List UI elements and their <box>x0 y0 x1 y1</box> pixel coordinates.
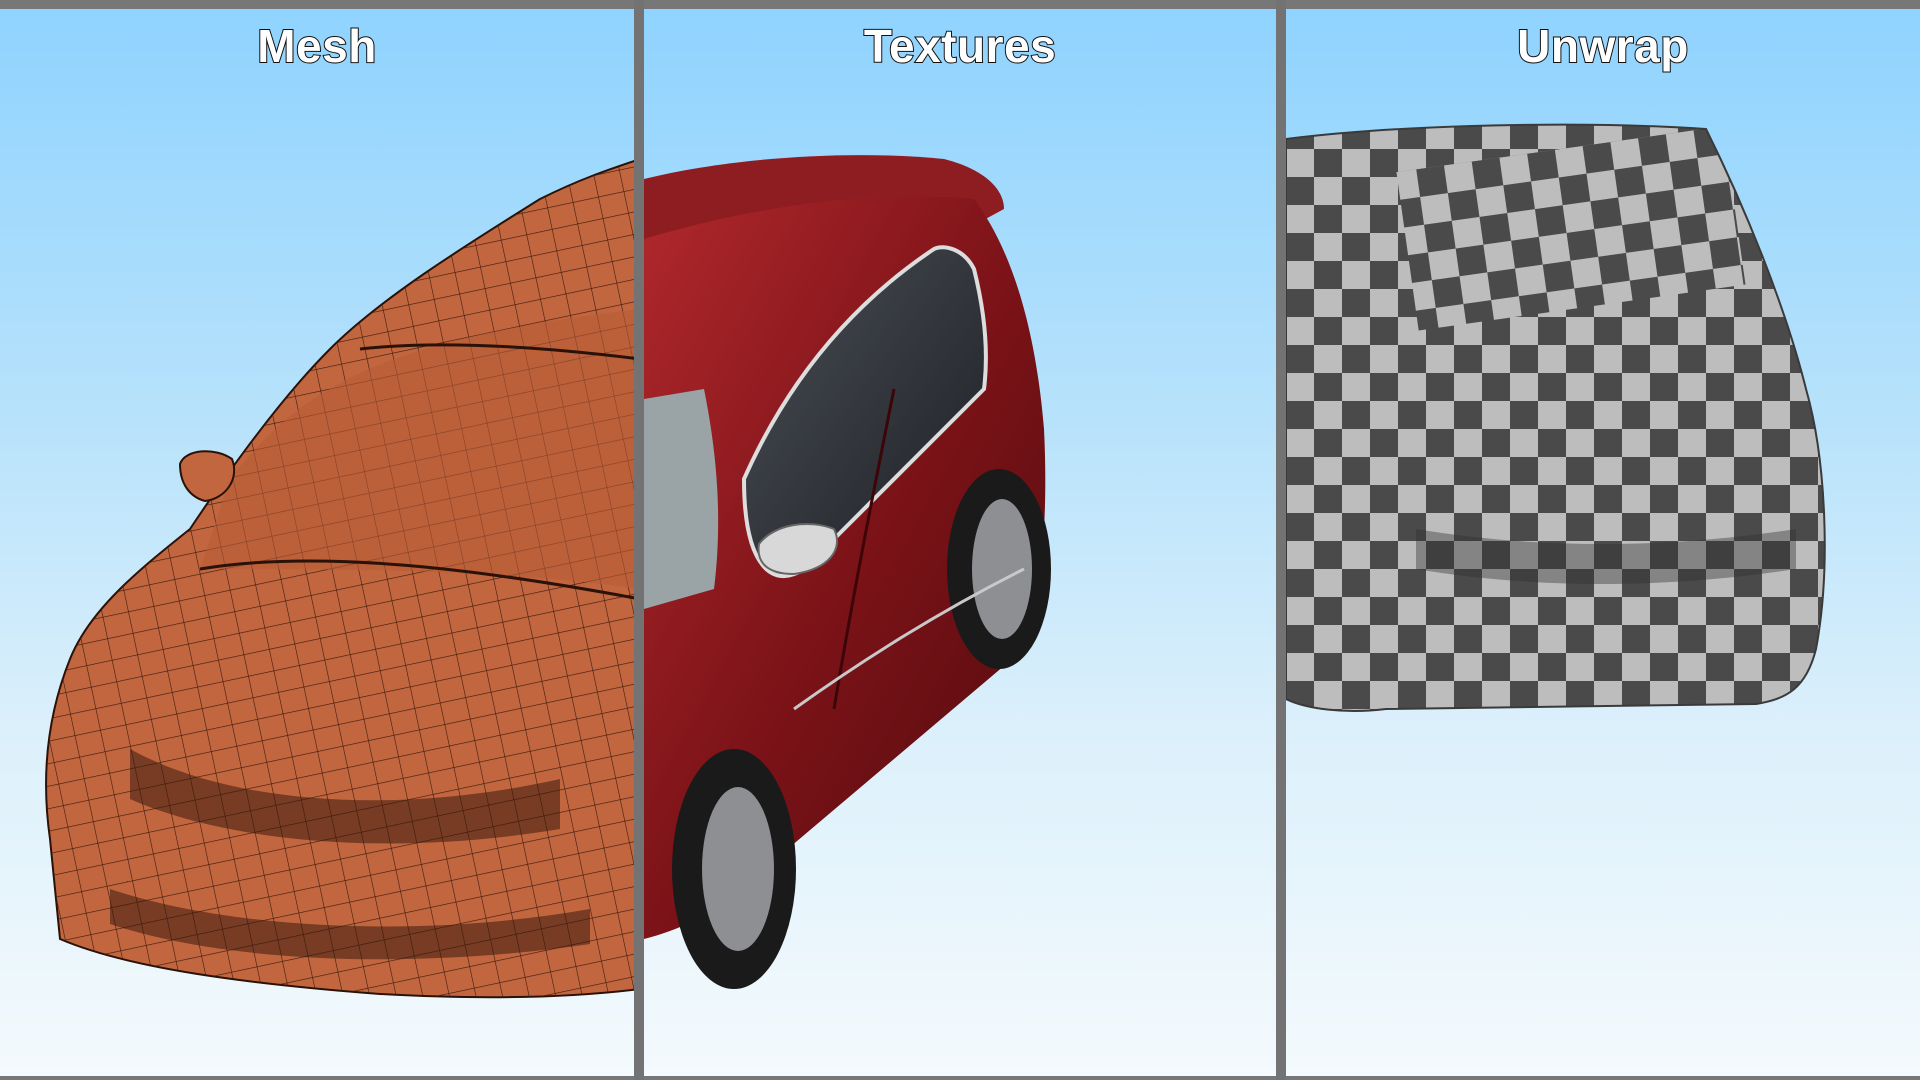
panel-title-mesh: Mesh <box>256 19 377 73</box>
mesh-panel: Mesh <box>0 9 634 1076</box>
render-sheet: Mesh Textures Unwrap <box>0 0 1920 1080</box>
panel-divider-1 <box>634 0 644 1080</box>
unwrap-panel: Unwrap <box>1286 9 1920 1076</box>
car-mesh-illustration <box>45 159 634 999</box>
panel-divider-2 <box>1276 0 1286 1080</box>
car-textured-illustration <box>644 155 1051 989</box>
panel-title-unwrap: Unwrap <box>1516 19 1689 73</box>
car-uv-checker-illustration <box>1286 123 1826 712</box>
textures-panel: Textures <box>644 9 1276 1076</box>
panel-title-textures: Textures <box>863 19 1057 73</box>
